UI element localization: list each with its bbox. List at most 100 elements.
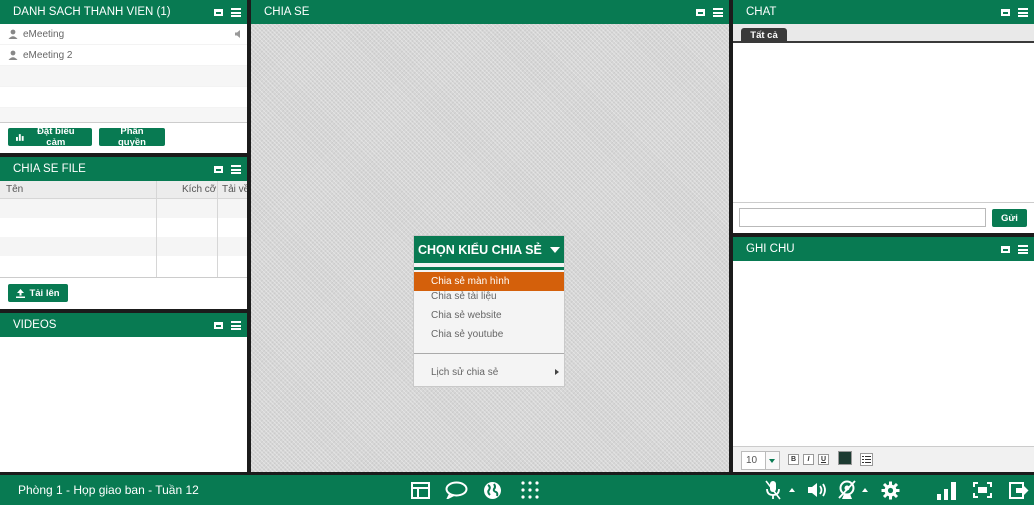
menu-icon[interactable]: [1018, 7, 1028, 17]
minimize-icon[interactable]: [696, 8, 705, 16]
files-title: CHIA SẺ FILE: [13, 163, 86, 175]
globe-icon: [483, 481, 501, 499]
layout-icon: [410, 481, 430, 499]
menu-icon[interactable]: [231, 164, 241, 174]
col-divider: [217, 181, 218, 277]
menu-separator: [414, 353, 564, 354]
layout-button[interactable]: [410, 480, 430, 500]
exit-button[interactable]: [1008, 480, 1030, 500]
fullscreen-icon: [972, 482, 992, 498]
member-name: eMeeting 2: [23, 49, 73, 61]
set-emotion-button[interactable]: Đặt biểu cảm: [8, 126, 92, 148]
webcam-muted-icon: [838, 480, 856, 499]
menu-icon[interactable]: [231, 320, 241, 330]
menu-item-youtube[interactable]: Chia sẻ youtube: [414, 325, 564, 344]
gear-icon: [881, 481, 899, 499]
file-empty-row: [0, 256, 247, 275]
upload-label: Tải lên: [29, 287, 60, 299]
menu-item-history[interactable]: Lịch sử chia sẻ: [414, 363, 564, 382]
camera-options-caret[interactable]: [862, 488, 868, 492]
chart-bars-icon: [16, 133, 24, 141]
menu-icon[interactable]: [231, 7, 241, 17]
notes-toolbar: 10 B I U: [733, 446, 1034, 472]
settings-button[interactable]: [880, 480, 900, 500]
member-name: eMeeting: [23, 28, 65, 40]
col-size[interactable]: Kích cỡ: [182, 184, 216, 195]
permission-button[interactable]: Phân quyền: [99, 126, 165, 148]
set-emotion-label: Đặt biểu cảm: [37, 126, 75, 148]
dropdown-button[interactable]: [765, 452, 779, 469]
chevron-right-icon: [555, 369, 559, 375]
share-header: CHIA SẺ: [251, 0, 729, 24]
notes-header: GHI CHÚ: [733, 237, 1034, 261]
web-button[interactable]: [482, 480, 502, 500]
tab-all[interactable]: Tất cả: [741, 28, 787, 43]
videos-panel: VIDEOS: [0, 313, 247, 472]
menu-item-website[interactable]: Chia sẻ website: [414, 306, 564, 325]
minimize-icon[interactable]: [214, 321, 223, 329]
send-button[interactable]: Gửi: [992, 209, 1027, 227]
share-type-header[interactable]: CHỌN KIỂU CHIA SẺ: [414, 236, 564, 263]
col-download[interactable]: Tải về: [222, 184, 247, 195]
minimize-icon[interactable]: [1001, 245, 1010, 253]
upload-icon: [16, 288, 26, 298]
file-empty-row: [0, 199, 247, 218]
chat-tabbar: Tất cả: [733, 24, 1034, 43]
apps-grid-icon: [521, 481, 539, 499]
user-icon: [8, 50, 18, 60]
chat-messages: [733, 43, 1034, 201]
camera-button[interactable]: [836, 480, 858, 500]
mic-options-caret[interactable]: [789, 488, 795, 492]
microphone-muted-icon: [765, 480, 781, 500]
minimize-icon[interactable]: [214, 8, 223, 16]
members-title: DANH SÁCH THÀNH VIÊN (1): [13, 6, 171, 18]
videos-title: VIDEOS: [13, 319, 57, 331]
file-empty-row: [0, 237, 247, 256]
menu-accent-line: [414, 267, 564, 270]
history-label: Lịch sử chia sẻ: [431, 367, 499, 378]
send-label: Gửi: [1001, 212, 1018, 224]
speaker-volume-icon: [808, 483, 826, 497]
share-panel: CHIA SẺ CHỌN KIỂU CHIA SẺ Chia sẻ màn hì…: [251, 0, 729, 472]
fullscreen-button[interactable]: [972, 480, 992, 500]
col-divider: [156, 181, 157, 277]
menu-item-document[interactable]: Chia sẻ tài liệu: [414, 287, 564, 306]
chat-title: CHAT: [746, 6, 777, 18]
microphone-button[interactable]: [765, 480, 781, 500]
member-item[interactable]: eMeeting: [0, 24, 247, 45]
permission-label: Phân quyền: [118, 126, 146, 148]
volume-button[interactable]: [807, 480, 829, 500]
user-icon: [8, 29, 18, 39]
share-title: CHIA SẺ: [264, 6, 310, 18]
upload-button[interactable]: Tải lên: [8, 284, 68, 302]
minimize-icon[interactable]: [214, 165, 223, 173]
chat-input[interactable]: [739, 208, 986, 227]
list-button[interactable]: [860, 453, 873, 466]
minimize-icon[interactable]: [1001, 8, 1010, 16]
color-picker-button[interactable]: [838, 451, 852, 465]
col-name[interactable]: Tên: [6, 184, 23, 195]
chevron-down-icon: [550, 246, 560, 253]
italic-button[interactable]: I: [803, 454, 814, 465]
file-empty-row: [0, 218, 247, 237]
menu-icon[interactable]: [1018, 244, 1028, 254]
chat-button[interactable]: [444, 480, 468, 500]
member-empty-row: [0, 66, 247, 87]
member-item[interactable]: eMeeting 2: [0, 45, 247, 66]
menu-icon[interactable]: [713, 7, 723, 17]
font-size-select[interactable]: 10: [741, 451, 780, 470]
notes-editor[interactable]: [733, 261, 1034, 446]
chat-bubble-icon: [445, 481, 467, 499]
bold-button[interactable]: B: [788, 454, 799, 465]
member-list: eMeeting eMeeting 2: [0, 24, 247, 129]
apps-button[interactable]: [520, 480, 540, 500]
share-type-title: CHỌN KIỂU CHIA SẺ: [418, 242, 542, 257]
chat-header: CHAT: [733, 0, 1034, 24]
speaker-icon: [235, 30, 240, 38]
notes-title: GHI CHÚ: [746, 243, 795, 255]
files-header: CHIA SẺ FILE: [0, 157, 247, 181]
signal-button[interactable]: [935, 480, 957, 500]
members-panel: DANH SÁCH THÀNH VIÊN (1) eMeeting eMeeti…: [0, 0, 247, 153]
underline-button[interactable]: U: [818, 454, 829, 465]
font-size-value: 10: [746, 455, 758, 466]
